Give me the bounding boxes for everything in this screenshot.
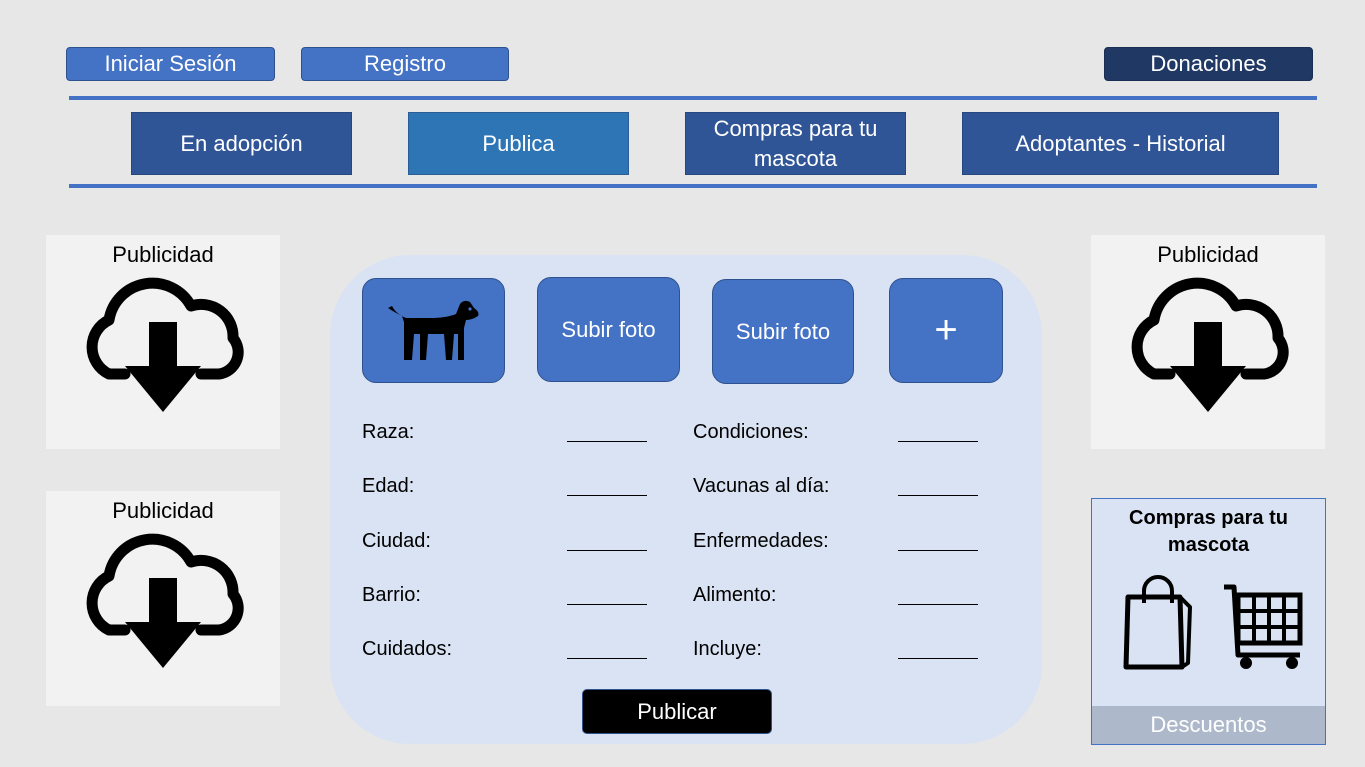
cloud-download-icon (1131, 277, 1289, 412)
field-input-raza[interactable] (567, 441, 647, 442)
field-label-enfermedades: Enfermedades: (693, 530, 829, 552)
field-label-ciudad: Ciudad: (362, 530, 431, 552)
header-divider-top (69, 96, 1317, 100)
header-divider-bottom (69, 184, 1317, 188)
donations-button[interactable]: Donaciones (1104, 47, 1313, 81)
ad-label: Publicidad (112, 498, 214, 523)
ad-banner-left-top[interactable]: Publicidad (46, 235, 280, 449)
tab-adoptantes-historial[interactable]: Adoptantes - Historial (962, 112, 1279, 175)
field-input-ciudad[interactable] (567, 550, 647, 551)
login-button[interactable]: Iniciar Sesión (66, 47, 275, 81)
field-input-vacunas[interactable] (898, 495, 978, 496)
field-label-cuidados: Cuidados: (362, 638, 453, 660)
ad-banner-left-bottom[interactable]: Publicidad (46, 491, 280, 706)
discounts-link[interactable]: Descuentos (1092, 706, 1325, 744)
shop-card-title: Compras para tu (1129, 507, 1288, 529)
add-photo-button[interactable]: + (889, 278, 1003, 383)
upload-photo-button[interactable]: Subir foto (537, 277, 680, 382)
tab-publica[interactable]: Publica (408, 112, 629, 175)
ad-banner-right-top[interactable]: Publicidad (1091, 235, 1325, 449)
field-label-condiciones: Condiciones: (693, 421, 809, 443)
field-input-enfermedades[interactable] (898, 550, 978, 551)
field-label-raza: Raza: (362, 421, 415, 443)
field-input-alimento[interactable] (898, 604, 978, 605)
field-input-incluye[interactable] (898, 658, 978, 659)
tab-compras[interactable]: Compras para tu mascota (685, 112, 906, 175)
ad-label: Publicidad (112, 242, 214, 267)
tab-en-adopcion[interactable]: En adopción (131, 112, 352, 175)
field-input-cuidados[interactable] (567, 658, 647, 659)
field-label-incluye: Incluye: (693, 638, 762, 660)
field-label-edad: Edad: (362, 475, 415, 497)
field-input-condiciones[interactable] (898, 441, 978, 442)
field-label-alimento: Alimento: (693, 584, 777, 606)
register-button[interactable]: Registro (301, 47, 509, 81)
field-input-edad[interactable] (567, 495, 647, 496)
field-label-vacunas: Vacunas al día: (693, 475, 830, 497)
shop-card-title: mascota (1167, 534, 1250, 556)
shopping-bag-icon (1123, 575, 1192, 670)
cloud-download-icon (86, 533, 244, 668)
publish-button[interactable]: Publicar (582, 689, 772, 734)
pet-photo-tile[interactable] (362, 278, 505, 383)
upload-photo-button[interactable]: Subir foto (712, 279, 854, 384)
shop-card[interactable]: Compras para tu mascota Descuentos (1091, 498, 1326, 745)
field-label-barrio: Barrio: (362, 584, 421, 606)
field-input-barrio[interactable] (567, 604, 647, 605)
ad-label: Publicidad (1157, 242, 1259, 267)
cloud-download-icon (86, 277, 244, 412)
dog-icon (387, 300, 478, 360)
shopping-cart-icon (1224, 584, 1303, 669)
